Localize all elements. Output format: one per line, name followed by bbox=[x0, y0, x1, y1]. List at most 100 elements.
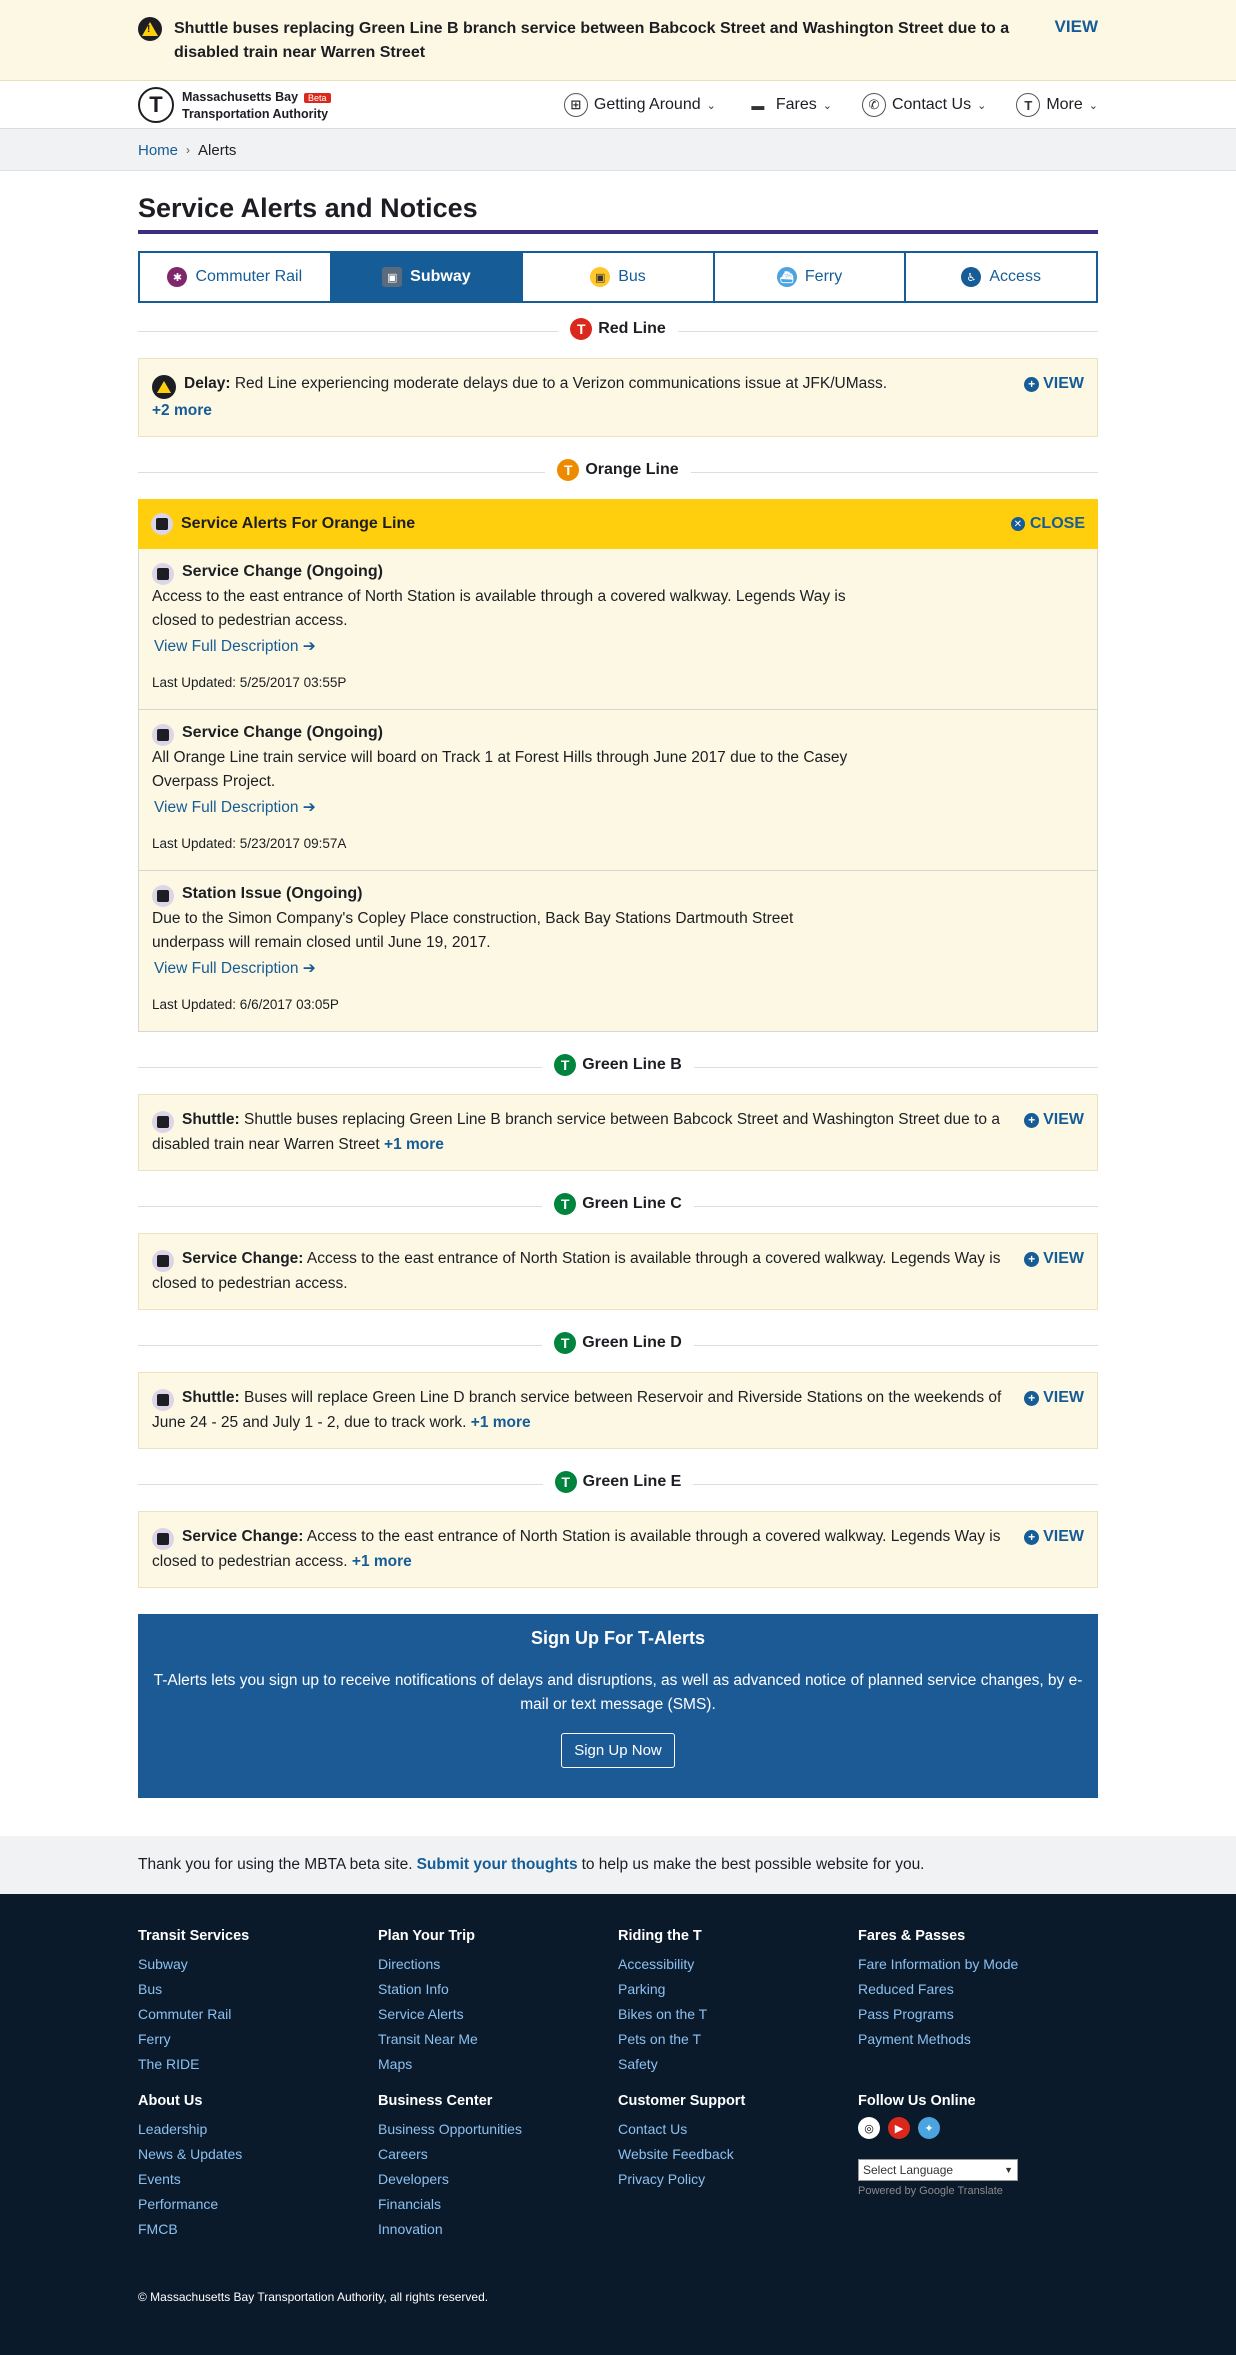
red-line-alert: Delay: Red Line experiencing moderate de… bbox=[138, 358, 1098, 437]
footer-link[interactable]: Service Alerts bbox=[378, 2002, 618, 2027]
footer-link[interactable]: Directions bbox=[378, 1952, 618, 1977]
green-line-c-header: T Green Line C bbox=[138, 1193, 1098, 1219]
shuttle-icon bbox=[152, 1389, 174, 1411]
footer-link[interactable]: Innovation bbox=[378, 2217, 618, 2242]
nav-getting-around[interactable]: ⊞ Getting Around ⌄ bbox=[563, 93, 716, 117]
green-line-e-alert: Service Change: Access to the east entra… bbox=[138, 1511, 1098, 1588]
green-line-icon: T bbox=[554, 1332, 577, 1354]
sign-up-button[interactable]: Sign Up Now bbox=[561, 1733, 675, 1768]
green-line-d-header: T Green Line D bbox=[138, 1332, 1098, 1358]
footer-fares: Fares & Passes Fare Information by Mode … bbox=[858, 1928, 1098, 2077]
list-item: Service Change (Ongoing) All Orange Line… bbox=[139, 710, 1097, 871]
footer-link[interactable]: Pets on the T bbox=[618, 2027, 858, 2052]
green-e-view-button[interactable]: + VIEW bbox=[1024, 1525, 1084, 1549]
footer-link[interactable]: Performance bbox=[138, 2192, 378, 2217]
footer-about: About Us Leadership News & Updates Event… bbox=[138, 2093, 378, 2242]
tab-ferry[interactable]: ⛴ Ferry bbox=[715, 253, 907, 301]
footer-link[interactable]: Developers bbox=[378, 2167, 618, 2192]
green-b-view-button[interactable]: + VIEW bbox=[1024, 1108, 1084, 1132]
green-b-more-link[interactable]: +1 more bbox=[384, 1136, 444, 1153]
twitter-icon[interactable]: ✦ bbox=[918, 2117, 940, 2139]
orange-line-close-button[interactable]: ✕ CLOSE bbox=[1010, 515, 1085, 533]
service-change-icon bbox=[152, 724, 174, 746]
mode-tabs: ✱ Commuter Rail ▣ Subway ▣ Bus ⛴ Ferry ♿ Acce… bbox=[138, 251, 1098, 303]
instagram-icon[interactable]: ◎ bbox=[858, 2117, 880, 2139]
footer-link[interactable]: Careers bbox=[378, 2142, 618, 2167]
footer-link[interactable]: Leadership bbox=[138, 2117, 378, 2142]
footer-transit-services: Transit Services Subway Bus Commuter Rai… bbox=[138, 1928, 378, 2077]
green-line-e-header: T Green Line E bbox=[138, 1471, 1098, 1497]
arrow-right-icon: ➔ bbox=[302, 799, 316, 816]
footer-link[interactable]: Website Feedback bbox=[618, 2142, 858, 2167]
footer-link[interactable]: Maps bbox=[378, 2052, 618, 2077]
dropdown-arrow-icon: ▼ bbox=[1004, 2165, 1013, 2175]
language-select[interactable]: Select Language ▼ bbox=[858, 2159, 1018, 2181]
footer-link[interactable]: Parking bbox=[618, 1977, 858, 2002]
submit-thoughts-link[interactable]: Submit your thoughts bbox=[417, 1856, 578, 1874]
mbta-logo-icon[interactable]: T bbox=[138, 87, 174, 123]
arrow-right-icon: ➔ bbox=[302, 638, 316, 655]
footer-link[interactable]: Reduced Fares bbox=[858, 1977, 1098, 2002]
service-change-icon bbox=[151, 513, 173, 535]
green-d-more-link[interactable]: +1 more bbox=[471, 1414, 531, 1431]
tab-subway[interactable]: ▣ Subway bbox=[331, 253, 524, 301]
commuter-rail-icon: ✱ bbox=[167, 267, 188, 287]
green-e-more-link[interactable]: +1 more bbox=[352, 1553, 412, 1570]
view-full-description-link[interactable]: View Full Description ➔ bbox=[154, 796, 316, 820]
bus-icon: ▣ bbox=[590, 267, 611, 287]
footer-link[interactable]: News & Updates bbox=[138, 2142, 378, 2167]
site-header: T Massachusetts Bay Beta Transportation A… bbox=[0, 81, 1236, 129]
top-alert-banner: Shuttle buses replacing Green Line B bra… bbox=[0, 0, 1236, 81]
footer-link[interactable]: Privacy Policy bbox=[618, 2167, 858, 2192]
footer-link[interactable]: The RIDE bbox=[138, 2052, 378, 2077]
footer-riding: Riding the T Accessibility Parking Bikes… bbox=[618, 1928, 858, 2077]
footer-link[interactable]: Financials bbox=[378, 2192, 618, 2217]
station-issue-icon bbox=[152, 885, 174, 907]
breadcrumb-home[interactable]: Home bbox=[138, 142, 178, 159]
footer-link[interactable]: Bikes on the T bbox=[618, 2002, 858, 2027]
footer-link[interactable]: Payment Methods bbox=[858, 2027, 1098, 2052]
red-line-icon: T bbox=[570, 318, 593, 340]
top-alert-view-link[interactable]: VIEW bbox=[1055, 17, 1098, 37]
subway-icon: ▣ bbox=[382, 267, 403, 287]
footer-link[interactable]: Ferry bbox=[138, 2027, 378, 2052]
footer-link[interactable]: Station Info bbox=[378, 1977, 618, 2002]
tab-access[interactable]: ♿ Access bbox=[906, 253, 1096, 301]
footer-link[interactable]: FMCB bbox=[138, 2217, 378, 2242]
footer-support: Customer Support Contact Us Website Feed… bbox=[618, 2093, 858, 2242]
footer-link[interactable]: Fare Information by Mode bbox=[858, 1952, 1098, 1977]
nav-contact[interactable]: ✆ Contact Us ⌄ bbox=[861, 93, 986, 117]
footer-link[interactable]: Contact Us bbox=[618, 2117, 858, 2142]
footer-link[interactable]: Accessibility bbox=[618, 1952, 858, 1977]
red-line-more-link[interactable]: +2 more bbox=[152, 402, 212, 419]
site-footer: Transit Services Subway Bus Commuter Rai… bbox=[0, 1894, 1236, 2355]
tab-commuter-rail[interactable]: ✱ Commuter Rail bbox=[140, 253, 332, 301]
tab-bus[interactable]: ▣ Bus bbox=[523, 253, 715, 301]
footer-link[interactable]: Subway bbox=[138, 1952, 378, 1977]
page-title: Service Alerts and Notices bbox=[138, 193, 1098, 234]
footer-link[interactable]: Bus bbox=[138, 1977, 378, 2002]
org-name[interactable]: Massachusetts Bay Beta Transportation Aut… bbox=[182, 89, 331, 122]
footer-link[interactable]: Business Opportunities bbox=[378, 2117, 618, 2142]
view-full-description-link[interactable]: View Full Description ➔ bbox=[154, 635, 316, 659]
ticket-icon: ▬ bbox=[751, 97, 765, 113]
beta-badge: Beta bbox=[304, 92, 331, 103]
nav-more[interactable]: T More ⌄ bbox=[1016, 93, 1098, 117]
main-content: Service Alerts and Notices ✱ Commuter Rai… bbox=[138, 193, 1098, 1798]
warning-icon bbox=[152, 375, 176, 399]
youtube-icon[interactable]: ▶ bbox=[888, 2117, 910, 2139]
green-line-b-header: T Green Line B bbox=[138, 1054, 1098, 1080]
footer-link[interactable]: Events bbox=[138, 2167, 378, 2192]
green-d-view-button[interactable]: + VIEW bbox=[1024, 1386, 1084, 1410]
view-full-description-link[interactable]: View Full Description ➔ bbox=[154, 957, 316, 981]
footer-link[interactable]: Pass Programs bbox=[858, 2002, 1098, 2027]
footer-link[interactable]: Commuter Rail bbox=[138, 2002, 378, 2027]
green-c-view-button[interactable]: + VIEW bbox=[1024, 1247, 1084, 1271]
plus-icon: + bbox=[1024, 1529, 1040, 1545]
footer-follow: Follow Us Online ◎ ▶ ✦ Select Language ▼ … bbox=[858, 2093, 1098, 2242]
footer-link[interactable]: Transit Near Me bbox=[378, 2027, 618, 2052]
close-icon: ✕ bbox=[1010, 517, 1025, 531]
nav-fares[interactable]: ▬ Fares ⌄ bbox=[746, 93, 832, 117]
footer-link[interactable]: Safety bbox=[618, 2052, 858, 2077]
red-line-view-button[interactable]: + VIEW bbox=[1024, 372, 1084, 396]
